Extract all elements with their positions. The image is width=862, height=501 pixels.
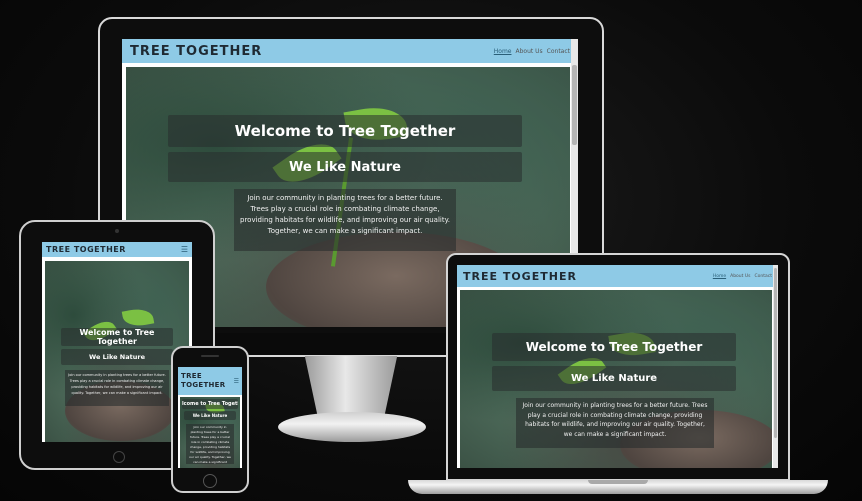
- monitor-stand: [304, 356, 398, 418]
- hero-paragraph: Join our community in planting trees for…: [65, 370, 169, 406]
- hero-title: Welcome to Tree Together: [168, 115, 522, 147]
- tablet-camera: [115, 229, 119, 233]
- hero-subtitle: We Like Nature: [492, 366, 736, 391]
- laptop-notch: [588, 480, 648, 484]
- tablet-screen: TREE TOGETHER ☰ Welcome to Tree Together…: [42, 242, 192, 442]
- brand-line-2: TOGETHER: [181, 381, 226, 389]
- site-nav: TREE TOGETHER ☰: [42, 242, 192, 257]
- phone-home-button[interactable]: [203, 474, 217, 488]
- nav-links: Home About Us Contact: [494, 48, 570, 55]
- hamburger-menu-icon[interactable]: ☰: [234, 378, 239, 385]
- nav-home-link[interactable]: Home: [713, 274, 726, 279]
- phone-speaker: [201, 355, 219, 357]
- hero-section: Welcome to Tree Together We Like Nature …: [460, 290, 772, 468]
- hero-subtitle: We Like Nature: [184, 411, 236, 420]
- monitor-base: [278, 412, 426, 442]
- site-nav: TREE TOGETHER ☰: [178, 367, 242, 395]
- laptop-scroll-thumb[interactable]: [774, 268, 777, 438]
- hero-title: Welcome to Tree Together: [61, 328, 173, 346]
- nav-about-link[interactable]: About Us: [730, 274, 750, 279]
- hero-subtitle: We Like Nature: [168, 152, 522, 182]
- nav-contact-link[interactable]: Contact: [547, 48, 570, 55]
- site-nav: TREE TOGETHER Home About Us Contact: [122, 39, 578, 63]
- nav-about-link[interactable]: About Us: [515, 48, 542, 55]
- site-nav: TREE TOGETHER Home About Us Contact: [457, 265, 778, 287]
- hero-subtitle: We Like Nature: [61, 349, 173, 365]
- hero-title: Welcome to Tree Together: [492, 333, 736, 361]
- nav-links: Home About Us Contact: [713, 274, 772, 279]
- laptop-scrollbar[interactable]: [773, 265, 778, 468]
- nav-home-link[interactable]: Home: [494, 48, 512, 55]
- hero-paragraph: Join our community in planting trees for…: [234, 189, 456, 251]
- nav-contact-link[interactable]: Contact: [754, 274, 772, 279]
- site-brand[interactable]: TREE TOGETHER: [463, 270, 577, 283]
- site-brand[interactable]: TREE TOGETHER: [46, 245, 126, 254]
- brand-line-1: TREE: [181, 372, 202, 380]
- hero-title: Welcome to Tree Together: [182, 399, 238, 409]
- hamburger-menu-icon[interactable]: ☰: [181, 245, 188, 254]
- site-brand[interactable]: TREE TOGETHER: [130, 44, 262, 59]
- hero-section: Welcome to Tree Together We Like Nature …: [180, 397, 240, 468]
- hero-paragraph: Join our community in planting trees for…: [186, 424, 234, 464]
- phone-screen: TREE TOGETHER ☰ Welcome to Tree Together…: [178, 367, 242, 468]
- hero-section: Welcome to Tree Together We Like Nature …: [45, 261, 189, 442]
- site-brand[interactable]: TREE TOGETHER: [181, 372, 225, 390]
- sprout-leaf-right: [121, 306, 155, 329]
- tablet-home-button[interactable]: [113, 451, 125, 463]
- laptop-screen: TREE TOGETHER Home About Us Contact Welc…: [457, 265, 778, 468]
- desktop-scroll-thumb[interactable]: [572, 65, 577, 145]
- hero-paragraph: Join our community in planting trees for…: [516, 398, 714, 448]
